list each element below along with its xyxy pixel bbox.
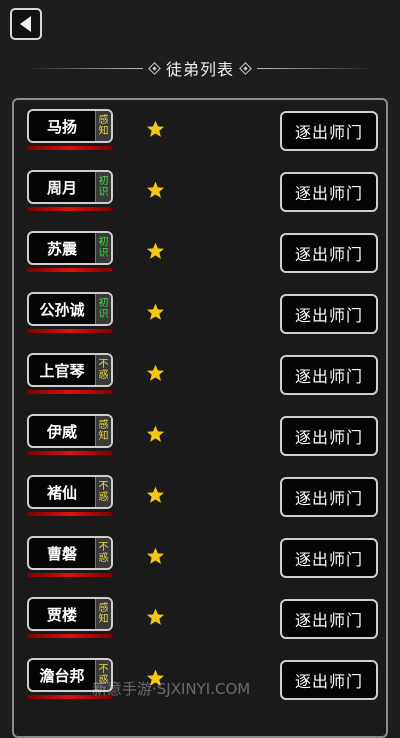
disciple-name-card[interactable]: 褚仙不惑 — [27, 475, 113, 509]
relationship-tag-char: 感 — [98, 603, 109, 614]
disciple-name-card[interactable]: 上官琴不惑 — [27, 353, 113, 387]
star-icon — [146, 486, 165, 503]
star-icon — [146, 242, 165, 259]
relationship-tag-char: 不 — [98, 481, 109, 492]
expel-disciple-button[interactable]: 逐出师门 — [280, 355, 378, 395]
relationship-tag-char: 知 — [98, 126, 109, 137]
disciple-health-bar — [27, 512, 113, 516]
disciple-name: 澹台邦 — [39, 666, 85, 685]
star-icon — [146, 181, 165, 198]
star-icon — [146, 425, 165, 442]
back-button[interactable] — [10, 8, 42, 40]
disciple-name-card[interactable]: 公孙诚初识 — [27, 292, 113, 326]
expel-disciple-button[interactable]: 逐出师门 — [280, 172, 378, 212]
expel-disciple-button[interactable]: 逐出师门 — [280, 599, 378, 639]
relationship-tag-char: 不 — [98, 542, 109, 553]
disciple-health-bar — [27, 329, 113, 333]
relationship-tag: 初识 — [95, 233, 111, 263]
disciple-name: 褚仙 — [46, 483, 77, 502]
title-divider-left — [27, 67, 143, 69]
expel-disciple-button[interactable]: 逐出师门 — [280, 233, 378, 273]
disciple-name: 伊威 — [46, 422, 77, 441]
star-icon — [146, 120, 165, 137]
disciple-row: 贾楼感知逐出师门 — [0, 586, 400, 647]
disciple-row: 曹磐不惑逐出师门 — [0, 525, 400, 586]
relationship-tag-char: 惑 — [98, 370, 109, 381]
star-icon — [146, 547, 165, 564]
disciple-row: 伊威感知逐出师门 — [0, 403, 400, 464]
disciple-name: 苏震 — [46, 239, 77, 258]
relationship-tag: 感知 — [95, 416, 111, 446]
diamond-ornament-icon — [239, 61, 252, 75]
relationship-tag-char: 初 — [98, 298, 109, 309]
disciple-row: 公孙诚初识逐出师门 — [0, 281, 400, 342]
page-title: 徒弟列表 — [165, 60, 234, 79]
diamond-ornament-icon — [148, 61, 161, 75]
back-arrow-icon — [20, 16, 31, 32]
relationship-tag-char: 识 — [98, 248, 109, 259]
disciple-health-bar — [27, 390, 113, 394]
disciple-name: 上官琴 — [39, 361, 85, 380]
relationship-tag: 不惑 — [95, 538, 111, 568]
relationship-tag: 不惑 — [95, 355, 111, 385]
expel-disciple-button[interactable]: 逐出师门 — [280, 416, 378, 456]
relationship-tag: 不惑 — [95, 477, 111, 507]
disciple-name-card[interactable]: 曹磐不惑 — [27, 536, 113, 570]
disciple-name: 贾楼 — [46, 605, 77, 624]
relationship-tag-char: 惑 — [98, 553, 109, 564]
star-icon — [146, 303, 165, 320]
disciple-name-card[interactable]: 马扬感知 — [27, 109, 113, 143]
disciple-health-bar — [27, 146, 113, 150]
disciple-health-bar — [27, 634, 113, 638]
relationship-tag-char: 感 — [98, 420, 109, 431]
disciple-health-bar — [27, 451, 113, 455]
relationship-tag-char: 惑 — [98, 492, 109, 503]
relationship-tag: 初识 — [95, 172, 111, 202]
relationship-tag-char: 感 — [98, 115, 109, 126]
disciple-row: 褚仙不惑逐出师门 — [0, 464, 400, 525]
relationship-tag-char: 初 — [98, 176, 109, 187]
disciple-name-card[interactable]: 贾楼感知 — [27, 597, 113, 631]
relationship-tag-char: 识 — [98, 309, 109, 320]
disciple-row: 马扬感知逐出师门 — [0, 98, 400, 159]
star-icon — [146, 364, 165, 381]
disciple-health-bar — [27, 207, 113, 211]
disciple-health-bar — [27, 268, 113, 272]
disciple-name: 公孙诚 — [39, 300, 85, 319]
disciple-name: 曹磐 — [46, 544, 77, 563]
disciple-name-card[interactable]: 周月初识 — [27, 170, 113, 204]
relationship-tag-char: 不 — [98, 359, 109, 370]
expel-disciple-button[interactable]: 逐出师门 — [280, 538, 378, 578]
relationship-tag-char: 知 — [98, 614, 109, 625]
relationship-tag-char: 知 — [98, 431, 109, 442]
star-icon — [146, 608, 165, 625]
relationship-tag-char: 不 — [98, 664, 109, 675]
disciple-row: 苏震初识逐出师门 — [0, 220, 400, 281]
relationship-tag: 初识 — [95, 294, 111, 324]
disciple-name-card[interactable]: 伊威感知 — [27, 414, 113, 448]
title-divider-right — [257, 67, 372, 69]
watermark: 新意手游·SJXINYI.COM — [92, 680, 251, 698]
disciple-name: 周月 — [46, 178, 77, 197]
relationship-tag-char: 识 — [98, 187, 109, 198]
relationship-tag: 感知 — [95, 111, 111, 141]
disciple-health-bar — [27, 573, 113, 577]
relationship-tag-char: 初 — [98, 237, 109, 248]
disciple-name-card[interactable]: 苏震初识 — [27, 231, 113, 265]
expel-disciple-button[interactable]: 逐出师门 — [280, 660, 378, 700]
title-row: 徒弟列表 — [0, 56, 400, 80]
relationship-tag: 感知 — [95, 599, 111, 629]
expel-disciple-button[interactable]: 逐出师门 — [280, 111, 378, 151]
disciple-row: 周月初识逐出师门 — [0, 159, 400, 220]
disciple-name: 马扬 — [46, 117, 77, 136]
expel-disciple-button[interactable]: 逐出师门 — [280, 477, 378, 517]
disciple-row: 上官琴不惑逐出师门 — [0, 342, 400, 403]
expel-disciple-button[interactable]: 逐出师门 — [280, 294, 378, 334]
